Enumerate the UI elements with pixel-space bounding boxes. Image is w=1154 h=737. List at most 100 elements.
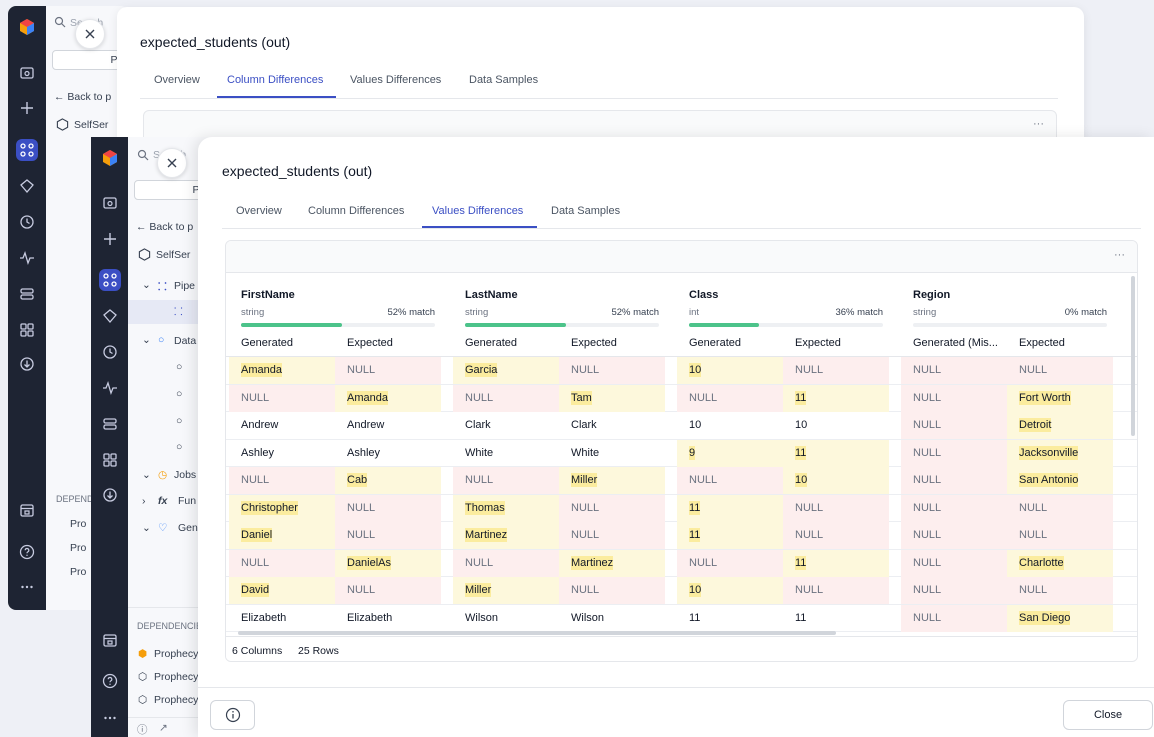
generated-cell: NULL [901, 604, 1007, 632]
project-name[interactable]: SelfSer [74, 119, 108, 131]
cell-value: NULL [347, 501, 376, 514]
tab-values-differences[interactable]: Values Differences [350, 74, 441, 86]
cell-value: NULL [347, 584, 376, 596]
folder-icon[interactable] [99, 192, 121, 214]
help-icon[interactable] [99, 670, 121, 692]
info-icon [225, 707, 240, 723]
table-row[interactable]: David NULL Miller NULL 10 NULL NULL NULL [226, 577, 1137, 605]
expected-cell: Miller [559, 467, 665, 494]
expected-cell: 11 [783, 439, 889, 467]
tree-item-functions[interactable]: Fun [178, 495, 196, 507]
cell-value: Andrew [347, 419, 385, 431]
database-icon[interactable] [99, 413, 121, 435]
generated-cell: NULL [901, 357, 1007, 384]
tab-column-differences[interactable]: Column Differences [227, 74, 323, 86]
activity-icon[interactable] [16, 247, 38, 269]
dependency-item[interactable]: Pro [70, 566, 86, 578]
expected-cell: NULL [559, 357, 665, 384]
tree-chevron-icon[interactable]: ⌄ [142, 334, 151, 346]
back-link[interactable]: ← Back to p [136, 221, 193, 233]
dependency-item[interactable]: Prophecy [154, 694, 198, 706]
expected-cell: NULL [559, 494, 665, 522]
more-icon[interactable] [99, 707, 121, 729]
tree-chevron-right-icon[interactable]: › [142, 495, 146, 507]
grid-icon[interactable] [16, 319, 38, 341]
clock-icon[interactable] [16, 211, 38, 233]
project-name[interactable]: SelfSer [156, 249, 190, 261]
table-row[interactable]: Christopher NULL Thomas NULL 11 NULL NULL NULL [226, 494, 1137, 522]
table-row[interactable]: Andrew Andrew Clark Clark 10 10 NULL Detroit [226, 412, 1137, 440]
more-options-icon[interactable]: ··· [1033, 118, 1044, 130]
download-icon[interactable] [99, 484, 121, 506]
close-button[interactable]: Close [1063, 700, 1153, 730]
dependency-item[interactable]: Pro [70, 542, 86, 554]
diamond-icon[interactable] [16, 175, 38, 197]
pipeline-icon[interactable] [16, 139, 38, 161]
plus-icon[interactable] [16, 97, 38, 119]
download-icon[interactable] [16, 353, 38, 375]
cell-value: DanielAs [347, 555, 392, 570]
expected-cell: Elizabeth [335, 605, 441, 632]
tree-item-pipelines[interactable]: Pipe [174, 280, 195, 292]
diamond-icon[interactable] [99, 305, 121, 327]
table-row[interactable]: Daniel NULL Martinez NULL 11 NULL NULL NULL [226, 522, 1137, 550]
pipeline-icon[interactable] [99, 269, 121, 291]
calendar-icon[interactable] [16, 499, 38, 521]
function-icon: fx [158, 495, 168, 507]
generated-cell: 11 [677, 522, 783, 549]
tree-chevron-icon[interactable]: ⌄ [142, 279, 151, 291]
expected-cell: Martinez [559, 549, 665, 577]
table-row[interactable]: Elizabeth Elizabeth Wilson Wilson 11 11 NULL Sa… [226, 604, 1137, 632]
expected-cell: 11 [783, 384, 889, 412]
tree-chevron-icon[interactable]: ⌄ [142, 469, 151, 481]
plus-icon[interactable] [99, 228, 121, 250]
dependencies-label: DEPENDENCIE [137, 621, 203, 631]
more-icon[interactable] [16, 576, 38, 598]
values-diff-grid: ··· FirstName string 52% match Generated Exp… [225, 240, 1138, 662]
cell-value: Garcia [465, 363, 498, 377]
folder-icon[interactable] [16, 62, 38, 84]
pipeline-node-icon: ⸬ [174, 306, 183, 318]
table-row[interactable]: NULL DanielAs NULL Martinez NULL 11 NULL Charlo… [226, 549, 1137, 577]
activity-icon[interactable] [99, 377, 121, 399]
table-row[interactable]: Amanda NULL Garcia NULL 10 NULL NULL NULL [226, 357, 1137, 385]
dependency-item[interactable]: Prophecy [154, 671, 198, 683]
column-name: Region [913, 289, 951, 301]
cube-dep-icon: ⬡ [138, 694, 148, 706]
horizontal-scrollbar[interactable] [238, 631, 836, 635]
cell-value: NULL [571, 364, 600, 376]
back-link[interactable]: ← Back to p [54, 91, 111, 103]
grid-icon[interactable] [99, 449, 121, 471]
clock-icon[interactable] [99, 341, 121, 363]
tab-column-differences[interactable]: Column Differences [308, 205, 404, 217]
cell-value: NULL [571, 501, 600, 514]
trend-icon[interactable]: ↗ [159, 722, 168, 734]
calendar-icon[interactable] [99, 629, 121, 651]
tab-overview[interactable]: Overview [236, 205, 282, 217]
tree-item-jobs[interactable]: Jobs [174, 469, 196, 481]
tab-data-samples[interactable]: Data Samples [469, 74, 538, 86]
database-icon[interactable] [16, 283, 38, 305]
help-icon[interactable] [16, 541, 38, 563]
tree-item-gems[interactable]: Gen [178, 522, 198, 534]
dependency-item[interactable]: Pro [70, 518, 86, 530]
tree-item-datasets[interactable]: Data [174, 335, 196, 347]
info-icon[interactable]: ⓘ [137, 722, 148, 737]
expected-cell: Detroit [1007, 412, 1113, 439]
tab-values-differences[interactable]: Values Differences [432, 205, 523, 217]
table-row[interactable]: NULL Amanda NULL Tam NULL 11 NULL Fort Worth [226, 384, 1137, 412]
info-button[interactable] [210, 700, 255, 730]
generated-cell: NULL [901, 439, 1007, 467]
table-row[interactable]: NULL Cab NULL Miller NULL 10 NULL San Antonio [226, 467, 1137, 495]
dependency-item[interactable]: Prophecy [154, 648, 198, 660]
generated-cell: NULL [229, 549, 335, 577]
vertical-scrollbar[interactable] [1131, 276, 1135, 436]
close-icon[interactable] [75, 19, 105, 49]
tab-data-samples[interactable]: Data Samples [551, 205, 620, 217]
more-options-icon[interactable]: ··· [1114, 249, 1125, 261]
table-row[interactable]: Ashley Ashley White White 9 11 NULL Jacksonvill… [226, 439, 1137, 467]
match-progress-fill [465, 323, 566, 327]
tree-chevron-icon[interactable]: ⌄ [142, 522, 151, 534]
tab-overview[interactable]: Overview [154, 74, 200, 86]
close-icon[interactable] [157, 148, 187, 178]
